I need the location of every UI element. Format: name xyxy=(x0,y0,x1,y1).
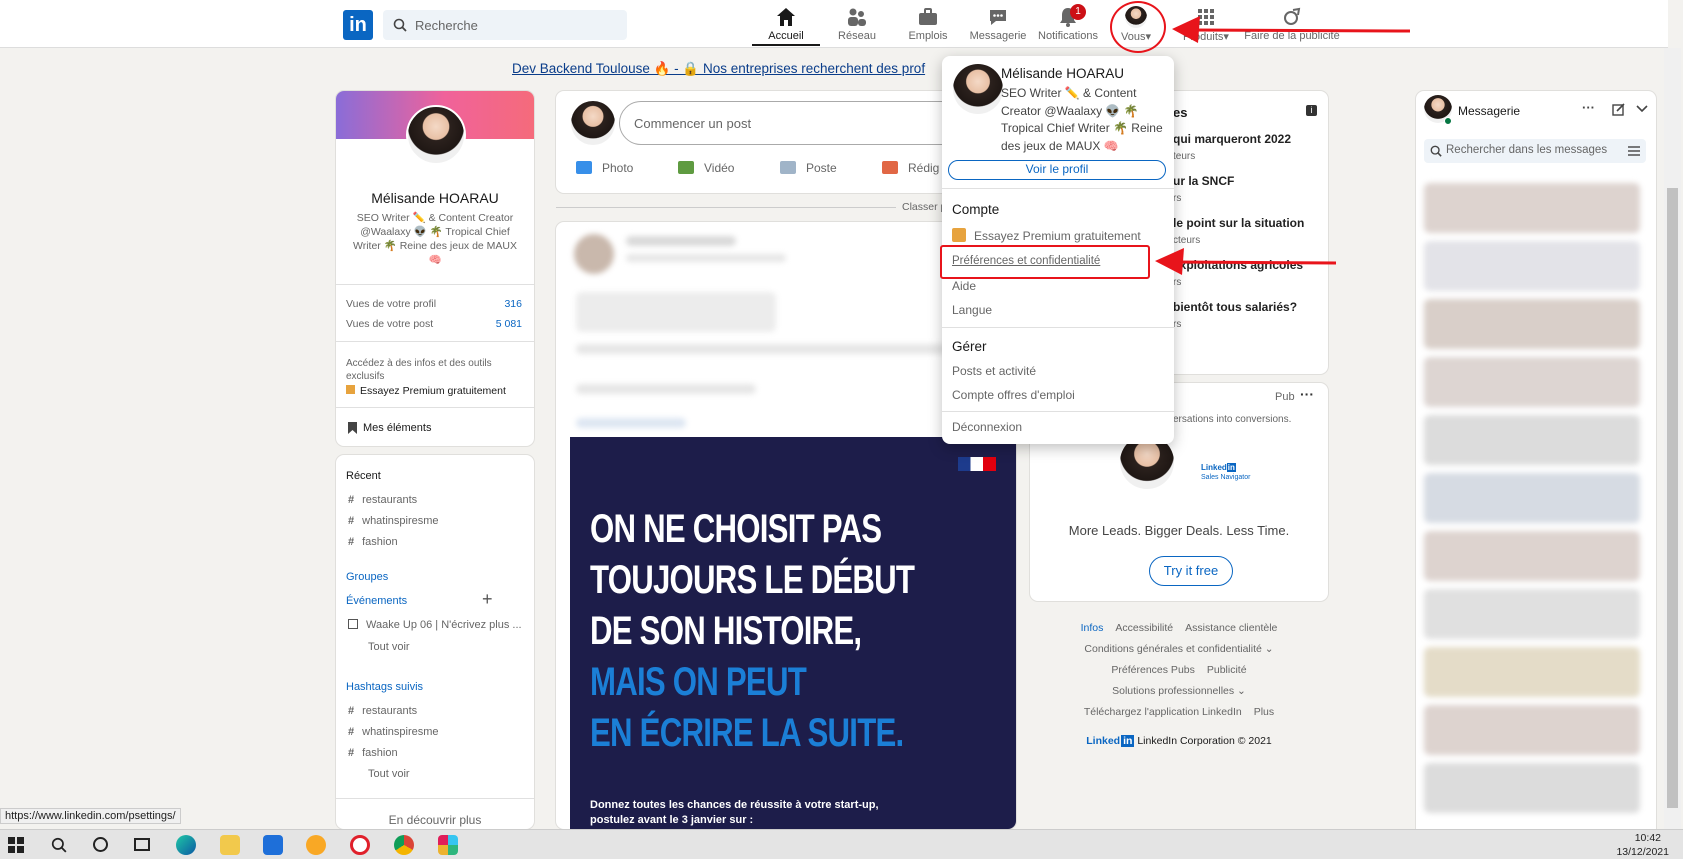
filter-icon[interactable] xyxy=(1628,145,1640,157)
more-options-icon[interactable]: ··· xyxy=(1582,100,1595,115)
conversation-item[interactable] xyxy=(1424,415,1640,465)
conversation-item[interactable] xyxy=(1424,357,1640,407)
status-url: https://www.linkedin.com/psettings/ xyxy=(0,808,181,824)
message-search-input[interactable]: Rechercher dans les messages xyxy=(1424,139,1646,163)
message-search-placeholder: Rechercher dans les messages xyxy=(1446,144,1608,156)
conversation-item[interactable] xyxy=(1424,647,1640,697)
cortana-icon[interactable] xyxy=(93,837,108,852)
chrome-icon[interactable] xyxy=(394,835,414,855)
conversation-item[interactable] xyxy=(1424,531,1640,581)
clock-time[interactable]: 10:42 xyxy=(1635,832,1661,844)
search-icon xyxy=(1430,145,1442,157)
conversation-item[interactable] xyxy=(1424,705,1640,755)
conversation-item[interactable] xyxy=(1424,299,1640,349)
chevron-down-icon[interactable] xyxy=(1636,105,1648,113)
mail-icon[interactable] xyxy=(263,835,283,855)
conversation-item[interactable] xyxy=(1424,763,1640,813)
chrome-canary-icon[interactable] xyxy=(306,835,326,855)
edge-icon[interactable] xyxy=(176,835,196,855)
messaging-title[interactable]: Messagerie xyxy=(1458,104,1520,118)
conversation-item[interactable] xyxy=(1424,473,1640,523)
slack-icon[interactable] xyxy=(438,835,458,855)
task-view-icon[interactable] xyxy=(134,838,150,851)
windows-taskbar: 10:42 13/12/2021 xyxy=(0,829,1683,859)
scrollbar[interactable] xyxy=(1664,48,1681,829)
windows-start-icon[interactable] xyxy=(8,837,24,853)
search-icon[interactable] xyxy=(51,837,67,853)
scrollbar-thumb[interactable] xyxy=(1667,188,1678,808)
conversation-item[interactable] xyxy=(1424,589,1640,639)
opera-icon[interactable] xyxy=(350,835,370,855)
conversation-item[interactable] xyxy=(1424,183,1640,233)
file-explorer-icon[interactable] xyxy=(220,835,240,855)
compose-icon[interactable] xyxy=(1612,103,1625,116)
online-status-dot xyxy=(1444,117,1452,125)
conversation-item[interactable] xyxy=(1424,241,1640,291)
clock-date[interactable]: 13/12/2021 xyxy=(1616,846,1669,858)
messaging-panel: Messagerie ··· Rechercher dans les messa… xyxy=(1416,91,1656,829)
